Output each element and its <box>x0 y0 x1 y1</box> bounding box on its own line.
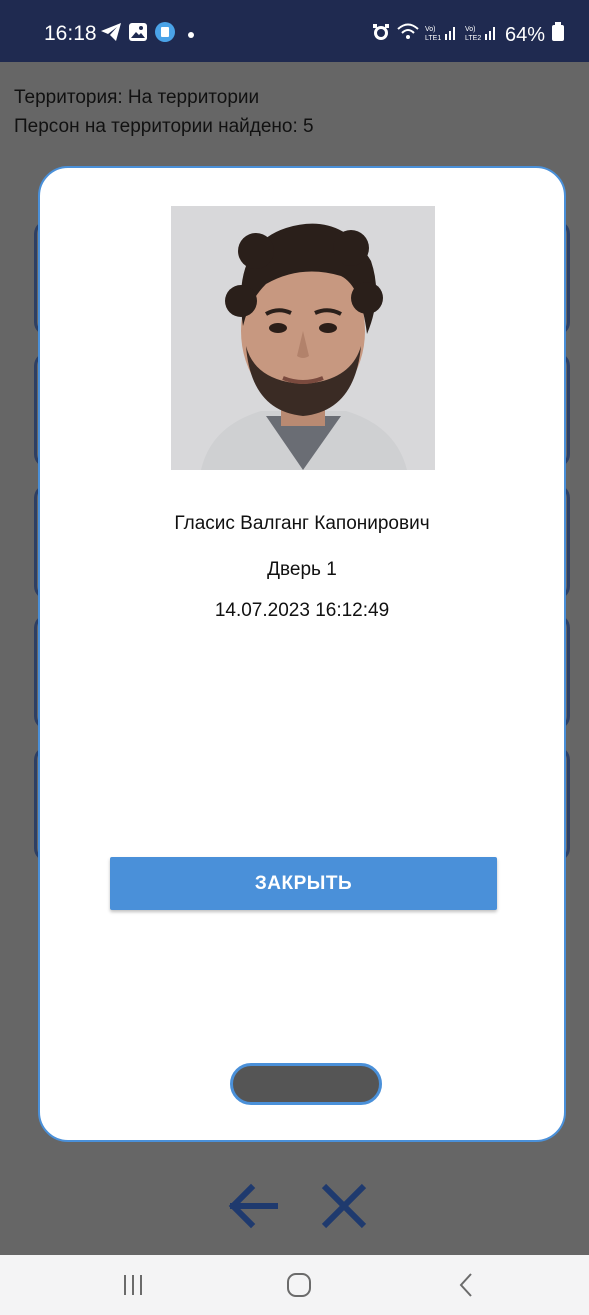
svg-text:LTE1: LTE1 <box>425 35 441 41</box>
volte-lte1-signal-icon: Vo) LTE1 <box>425 23 459 47</box>
wifi-icon <box>397 23 419 47</box>
status-bar: 16:18 Vo) LTE1 Vo) LTE2 64% <box>0 0 589 62</box>
system-nav-bar <box>0 1255 589 1315</box>
door-name: Дверь 1 <box>267 559 337 580</box>
territory-status: Территория: На территории <box>14 87 260 108</box>
alarm-icon <box>371 22 391 48</box>
notification-dot-icon <box>188 31 194 38</box>
status-left-icons <box>100 21 194 48</box>
bottom-actions <box>0 1178 589 1238</box>
status-time: 16:18 <box>44 22 97 45</box>
event-datetime: 14.07.2023 16:12:49 <box>214 600 390 621</box>
status-right-icons: Vo) LTE1 Vo) LTE2 64% <box>371 22 565 48</box>
back-icon[interactable] <box>456 1272 476 1303</box>
persons-found-count: Персон на территории найдено: 5 <box>14 116 314 137</box>
app-icon <box>154 21 176 48</box>
volte-lte2-signal-icon: Vo) LTE2 <box>465 23 499 47</box>
telegram-icon <box>100 22 122 47</box>
drag-handle[interactable] <box>230 1063 382 1105</box>
gallery-icon <box>128 22 148 47</box>
recent-apps-icon[interactable] <box>121 1273 145 1302</box>
svg-text:Vo): Vo) <box>425 26 436 33</box>
territory-info: Территория: На территории Персон на терр… <box>14 83 314 141</box>
person-name: Гласис Валганг Капонирович <box>174 513 430 534</box>
person-photo <box>171 206 435 470</box>
close-button[interactable]: ЗАКРЫТЬ <box>110 857 497 910</box>
svg-text:Vo): Vo) <box>465 26 476 33</box>
battery-percent: 64% <box>504 23 545 46</box>
battery-icon <box>551 22 565 48</box>
person-detail-dialog: Гласис Валганг Капонирович Дверь 1 14.07… <box>38 166 566 1142</box>
home-icon[interactable] <box>286 1272 312 1303</box>
back-arrow-icon[interactable] <box>225 1178 281 1239</box>
svg-text:LTE2: LTE2 <box>465 35 481 41</box>
close-icon[interactable] <box>318 1180 370 1237</box>
